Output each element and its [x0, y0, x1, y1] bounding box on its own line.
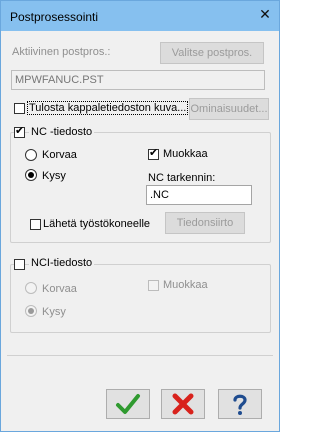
nc-file-checkbox[interactable]: ✔ — [14, 125, 25, 138]
nc-edit-label: Muokkaa — [163, 148, 208, 160]
cross-icon — [172, 393, 194, 415]
nc-extension-field[interactable]: .NC — [146, 185, 252, 205]
nc-extension-label: NC tarkennin: — [148, 172, 216, 184]
nc-replace-radio[interactable] — [25, 149, 37, 161]
nc-file-group-label: NC -tiedosto — [29, 126, 95, 138]
close-button[interactable]: ✕ — [255, 4, 275, 24]
check-icon — [116, 394, 140, 414]
nci-edit-checkbox[interactable] — [148, 280, 159, 291]
active-postproc-label: Aktiivinen postpros.: — [12, 46, 111, 58]
nci-ask-label: Kysy — [42, 306, 66, 318]
check-mark-icon: ✔ — [15, 125, 25, 137]
nci-replace-radio[interactable] — [25, 282, 37, 294]
nci-file-group — [10, 264, 271, 333]
transfer-button[interactable]: Tiedonsiirto — [165, 212, 245, 234]
postproc-file-field[interactable]: MPWFANUC.PST — [11, 70, 265, 90]
nci-file-checkbox[interactable] — [14, 259, 25, 270]
nci-replace-label: Korvaa — [42, 283, 77, 295]
cancel-button[interactable] — [161, 389, 205, 419]
nci-ask-radio[interactable] — [25, 305, 37, 317]
dialog-window: Postprosessointi ✕ Aktiivinen postpros.:… — [0, 0, 280, 432]
question-icon — [233, 394, 247, 415]
send-to-machine-label: Lähetä työstökoneelle — [43, 218, 151, 230]
ok-button[interactable] — [106, 389, 150, 419]
radio-dot-icon — [28, 172, 34, 178]
select-postproc-button[interactable]: Valitse postpros. — [160, 42, 264, 64]
footer-separator — [7, 355, 273, 356]
nc-ask-radio[interactable] — [25, 169, 37, 181]
nci-file-group-label: NCI-tiedosto — [29, 257, 95, 269]
help-button[interactable] — [218, 389, 262, 419]
nc-edit-checkbox[interactable]: ✔ — [148, 147, 159, 160]
nci-edit-label: Muokkaa — [163, 279, 208, 291]
title-bar: Postprosessointi ✕ — [1, 1, 279, 31]
nc-replace-label: Korvaa — [42, 149, 77, 161]
properties-button[interactable]: Ominaisuudet... — [189, 98, 269, 120]
nc-ask-label: Kysy — [42, 170, 66, 182]
print-image-label: Tulosta kappaletiedoston kuva... — [27, 101, 189, 115]
radio-dot-icon — [28, 308, 34, 314]
send-to-machine-checkbox[interactable] — [30, 219, 41, 230]
print-image-checkbox[interactable] — [14, 103, 25, 114]
check-mark-icon: ✔ — [149, 147, 159, 159]
window-title: Postprosessointi — [10, 10, 99, 24]
